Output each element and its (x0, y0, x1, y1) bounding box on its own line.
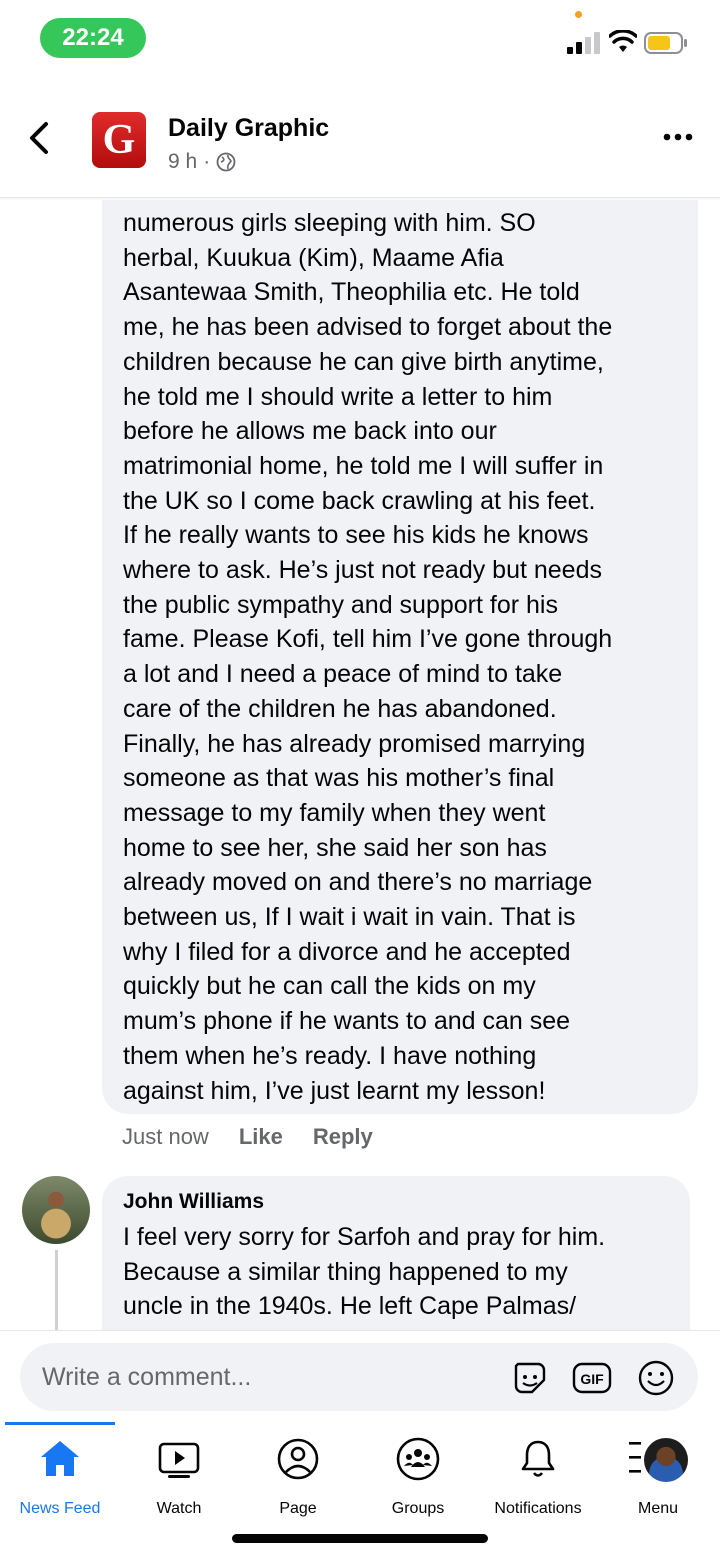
reply-author[interactable]: John Williams (123, 1190, 670, 1214)
reply-text: I feel very sorry for Sarfoh and pray fo… (123, 1223, 606, 1321)
reply-button[interactable]: Reply (313, 1124, 373, 1150)
privacy-indicator-dot (575, 11, 582, 18)
page-logo[interactable]: G (92, 112, 146, 168)
comments-scroll-area[interactable]: numerous girls sleeping with him. SO her… (0, 200, 720, 1330)
bell-icon (521, 1440, 555, 1477)
globe-icon (216, 152, 236, 172)
gif-label: GIF (580, 1371, 604, 1387)
status-time: 22:24 (40, 18, 146, 58)
tab-page[interactable]: Page (238, 1436, 358, 1526)
meta-separator: · (203, 150, 211, 173)
tab-label: Groups (391, 1500, 445, 1517)
tab-notifications[interactable]: Notifications (478, 1436, 598, 1526)
active-tab-indicator (5, 1422, 115, 1425)
tab-label: Menu (637, 1500, 679, 1517)
comment-bubble: numerous girls sleeping with him. SO her… (102, 200, 698, 1114)
thread-line (55, 1250, 58, 1330)
comment-input[interactable]: Write a comment... GIF (20, 1343, 698, 1411)
tab-label: News Feed (19, 1500, 101, 1517)
comment-composer-bar: Write a comment... GIF (0, 1330, 720, 1422)
home-icon (41, 1441, 79, 1476)
comment-timestamp: Just now (122, 1124, 209, 1149)
post-meta: 9 h · (168, 150, 236, 174)
status-bar: 22:24 (0, 0, 720, 80)
bottom-tab-bar: News Feed Watch Page Groups Notification… (0, 1422, 720, 1558)
tab-watch[interactable]: Watch (119, 1436, 239, 1526)
reply-bubble: John Williams I feel very sorry for Sarf… (102, 1176, 690, 1330)
menu-lines-icon (629, 1442, 641, 1473)
menu-avatar (644, 1438, 688, 1482)
sticker-icon[interactable] (510, 1358, 550, 1398)
wifi-icon (609, 30, 637, 52)
profile-icon (277, 1438, 319, 1480)
avatar[interactable] (22, 1176, 90, 1244)
tab-news-feed[interactable]: News Feed (0, 1436, 120, 1526)
more-horizontal-icon[interactable] (660, 122, 696, 152)
tab-label: Notifications (494, 1500, 582, 1517)
comment-actions: Just now Like Reply (122, 1124, 373, 1150)
comment-text: numerous girls sleeping with him. SO her… (123, 209, 613, 1105)
post-age: 9 h (168, 150, 198, 173)
tab-groups[interactable]: Groups (358, 1436, 478, 1526)
tab-menu[interactable]: Menu (598, 1436, 718, 1526)
cellular-signal-icon (567, 32, 600, 54)
groups-icon (396, 1437, 440, 1481)
post-header: G Daily Graphic 9 h · (0, 98, 720, 198)
gif-icon[interactable]: GIF (572, 1358, 612, 1398)
emoji-icon[interactable] (636, 1358, 676, 1398)
battery-icon (644, 32, 687, 54)
play-video-icon (158, 1442, 200, 1478)
comment-input-placeholder: Write a comment... (42, 1363, 252, 1391)
tab-label: Page (279, 1500, 317, 1517)
tab-label: Watch (156, 1500, 202, 1517)
chevron-left-icon[interactable] (22, 118, 58, 158)
page-title[interactable]: Daily Graphic (168, 114, 329, 143)
home-indicator (232, 1534, 488, 1543)
like-button[interactable]: Like (239, 1124, 283, 1150)
